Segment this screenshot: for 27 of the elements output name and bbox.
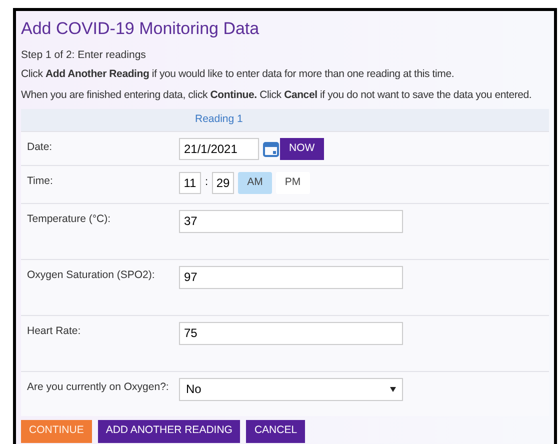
time-separator: : bbox=[205, 174, 208, 190]
step-text: Step 1 of 2: Enter readings bbox=[21, 48, 147, 62]
period-toggle[interactable]: AM bbox=[238, 172, 272, 194]
calendar-icon[interactable] bbox=[263, 140, 279, 157]
field-label: Are you currently on Oxygen?: bbox=[26, 380, 170, 395]
minute-field[interactable]: 29 bbox=[212, 172, 234, 194]
hour-field[interactable]: 11 bbox=[179, 172, 201, 194]
input-field[interactable]: 37 bbox=[179, 210, 403, 233]
dropdown-arrow-icon bbox=[390, 386, 396, 392]
input-field[interactable]: 97 bbox=[179, 266, 403, 289]
field-label: Heart Rate: bbox=[26, 324, 82, 339]
instruction-text: Click Add Another Reading if you would like to enter data for more than one reading at this time. bbox=[21, 67, 456, 82]
field-label: Time: bbox=[26, 174, 54, 189]
field-label: Temperature (°C): bbox=[26, 212, 112, 227]
action-button[interactable]: CANCEL bbox=[246, 420, 306, 443]
action-button[interactable]: ADD ANOTHER READING bbox=[98, 420, 240, 443]
input-field[interactable]: 75 bbox=[179, 322, 403, 345]
dialog-title: Add COVID-19 Monitoring Data bbox=[21, 18, 260, 40]
dropdown-value: No bbox=[186, 381, 202, 398]
field-label: Date: bbox=[26, 140, 54, 155]
dropdown-field[interactable]: No bbox=[179, 378, 403, 401]
column-header: Reading 1 bbox=[195, 112, 243, 127]
now-button[interactable]: NOW bbox=[280, 138, 324, 160]
instruction-text: When you are finished entering data, click Continue. Click Cancel if you do not want to save the data you entered. bbox=[21, 88, 533, 103]
date-field[interactable]: 21/1/2021 bbox=[179, 138, 259, 160]
period-toggle[interactable]: PM bbox=[276, 172, 310, 194]
field-label: Oxygen Saturation (SPO2): bbox=[26, 268, 156, 283]
